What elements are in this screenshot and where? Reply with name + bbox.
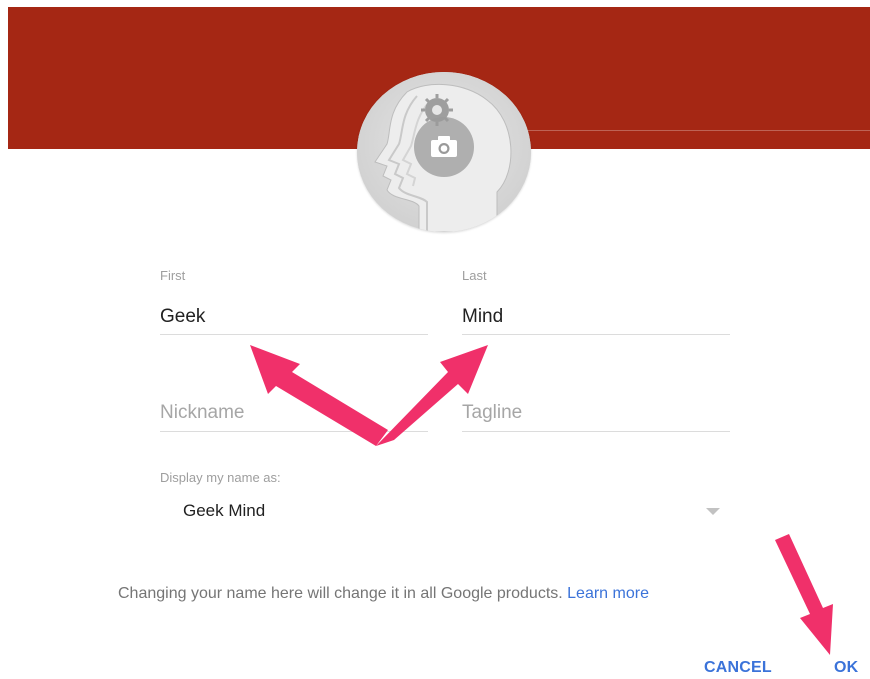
header-divider xyxy=(480,130,870,131)
tagline-input[interactable] xyxy=(462,399,730,427)
nickname-field xyxy=(160,396,428,436)
name-change-notice: Changing your name here will change it i… xyxy=(118,585,649,603)
notice-text: Changing your name here will change it i… xyxy=(118,585,563,602)
first-name-field: First xyxy=(160,268,428,336)
arrow-to-ok-button xyxy=(775,534,833,655)
last-name-underline xyxy=(462,334,730,335)
chevron-down-icon[interactable] xyxy=(706,508,720,515)
first-name-input[interactable] xyxy=(160,304,428,330)
camera-icon xyxy=(431,136,457,157)
ok-button[interactable]: OK xyxy=(834,659,858,677)
tagline-field xyxy=(462,396,730,436)
last-name-field: Last xyxy=(462,268,730,336)
nickname-input[interactable] xyxy=(160,399,428,427)
cancel-button[interactable]: CANCEL xyxy=(704,659,772,677)
learn-more-link[interactable]: Learn more xyxy=(567,585,649,602)
nickname-underline xyxy=(160,431,428,432)
display-name-label: Display my name as: xyxy=(160,470,281,485)
last-name-label: Last xyxy=(462,268,487,283)
display-name-selected: Geek Mind xyxy=(183,501,266,520)
tagline-underline xyxy=(462,431,730,432)
first-name-label: First xyxy=(160,268,186,283)
first-name-underline xyxy=(160,334,428,335)
profile-avatar[interactable] xyxy=(357,72,531,232)
last-name-input[interactable] xyxy=(462,304,730,330)
